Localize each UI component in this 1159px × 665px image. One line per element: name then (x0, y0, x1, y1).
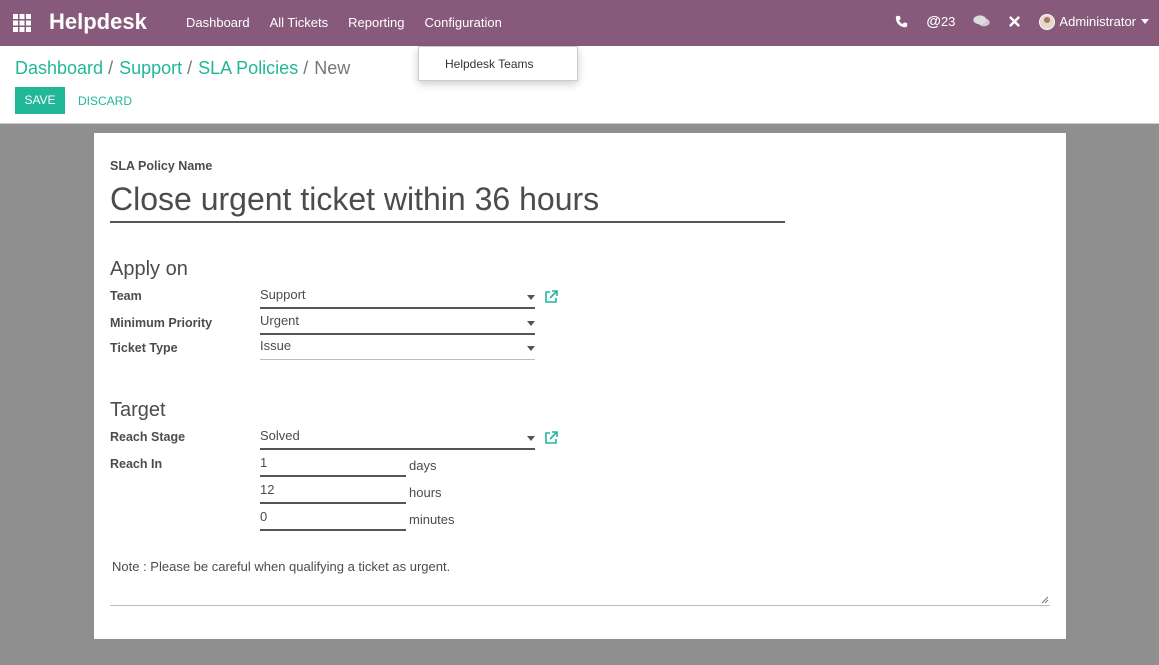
control-panel: Dashboard / Support / SLA Policies / New… (0, 46, 1159, 124)
apps-grid-icon[interactable] (13, 14, 31, 32)
team-value: Support (260, 287, 306, 302)
priority-label: Minimum Priority (110, 316, 213, 330)
user-menu[interactable]: Administrator (1039, 13, 1149, 30)
note-textarea[interactable]: Note : Please be careful when qualifying… (110, 553, 1050, 606)
breadcrumb-separator: / (303, 58, 309, 78)
caret-down-icon (527, 295, 535, 300)
systray: @ 23 Administrator (877, 13, 1149, 30)
external-link-icon[interactable] (544, 290, 558, 304)
caret-down-icon (527, 436, 535, 441)
menu-reporting[interactable]: Reporting (348, 15, 404, 30)
user-name: Administrator (1059, 14, 1136, 29)
minutes-input[interactable]: 0 (260, 509, 406, 531)
apply-on-heading: Apply on (110, 258, 188, 280)
chat-icon[interactable] (973, 15, 991, 28)
days-unit-label: days (409, 458, 437, 473)
debug-tools-icon[interactable] (1008, 15, 1021, 28)
main-menu: Dashboard All Tickets Reporting Configur… (186, 15, 522, 30)
discard-button[interactable]: DISCARD (78, 94, 132, 108)
at-icon: @ (926, 13, 941, 30)
breadcrumb-support[interactable]: Support (119, 58, 182, 79)
priority-value: Urgent (260, 313, 300, 328)
sla-name-input[interactable]: Close urgent ticket within 36 hours (110, 181, 785, 223)
menu-dashboard[interactable]: Dashboard (186, 15, 250, 30)
caret-down-icon (527, 346, 535, 351)
phone-icon[interactable] (895, 15, 908, 28)
minutes-unit-label: minutes (409, 512, 455, 527)
menu-configuration[interactable]: Configuration (425, 15, 502, 30)
breadcrumb-separator: / (108, 58, 114, 78)
configuration-dropdown-item-helpdesk-teams[interactable]: Helpdesk Teams (418, 46, 578, 81)
ticket-type-label: Ticket Type (110, 341, 178, 355)
breadcrumb-current: New (314, 58, 351, 78)
form-sheet: SLA Policy Name Close urgent ticket with… (94, 133, 1066, 639)
breadcrumb-dashboard[interactable]: Dashboard (15, 58, 103, 79)
days-input[interactable]: 1 (260, 455, 406, 477)
mentions-count: 23 (940, 14, 956, 29)
top-navbar: Helpdesk Dashboard All Tickets Reporting… (0, 0, 1159, 46)
note-text: Note : Please be careful when qualifying… (112, 559, 451, 574)
external-link-icon[interactable] (544, 431, 558, 445)
reach-stage-label: Reach Stage (110, 430, 186, 444)
resize-handle-icon[interactable] (1041, 596, 1049, 604)
reach-in-label: Reach In (110, 457, 163, 471)
menu-all-tickets[interactable]: All Tickets (270, 15, 329, 30)
save-button[interactable]: SAVE (15, 87, 65, 114)
avatar (1039, 13, 1056, 30)
sla-name-label: SLA Policy Name (110, 159, 213, 173)
target-heading: Target (110, 399, 166, 421)
app-brand[interactable]: Helpdesk (49, 9, 147, 35)
hours-unit-label: hours (409, 485, 442, 500)
breadcrumb: Dashboard / Support / SLA Policies / New (15, 58, 350, 79)
ticket-type-value: Issue (260, 338, 292, 353)
reach-stage-value: Solved (260, 428, 300, 443)
reach-stage-select[interactable]: Solved (260, 428, 535, 450)
breadcrumb-sla-policies[interactable]: SLA Policies (198, 58, 298, 79)
breadcrumb-separator: / (187, 58, 193, 78)
chevron-down-icon (1141, 19, 1149, 24)
mentions-counter[interactable]: @ 23 (926, 13, 955, 30)
priority-select[interactable]: Urgent (260, 313, 535, 335)
team-label: Team (110, 289, 142, 303)
ticket-type-select[interactable]: Issue (260, 338, 535, 360)
hours-input[interactable]: 12 (260, 482, 406, 504)
team-select[interactable]: Support (260, 287, 535, 309)
caret-down-icon (527, 321, 535, 326)
